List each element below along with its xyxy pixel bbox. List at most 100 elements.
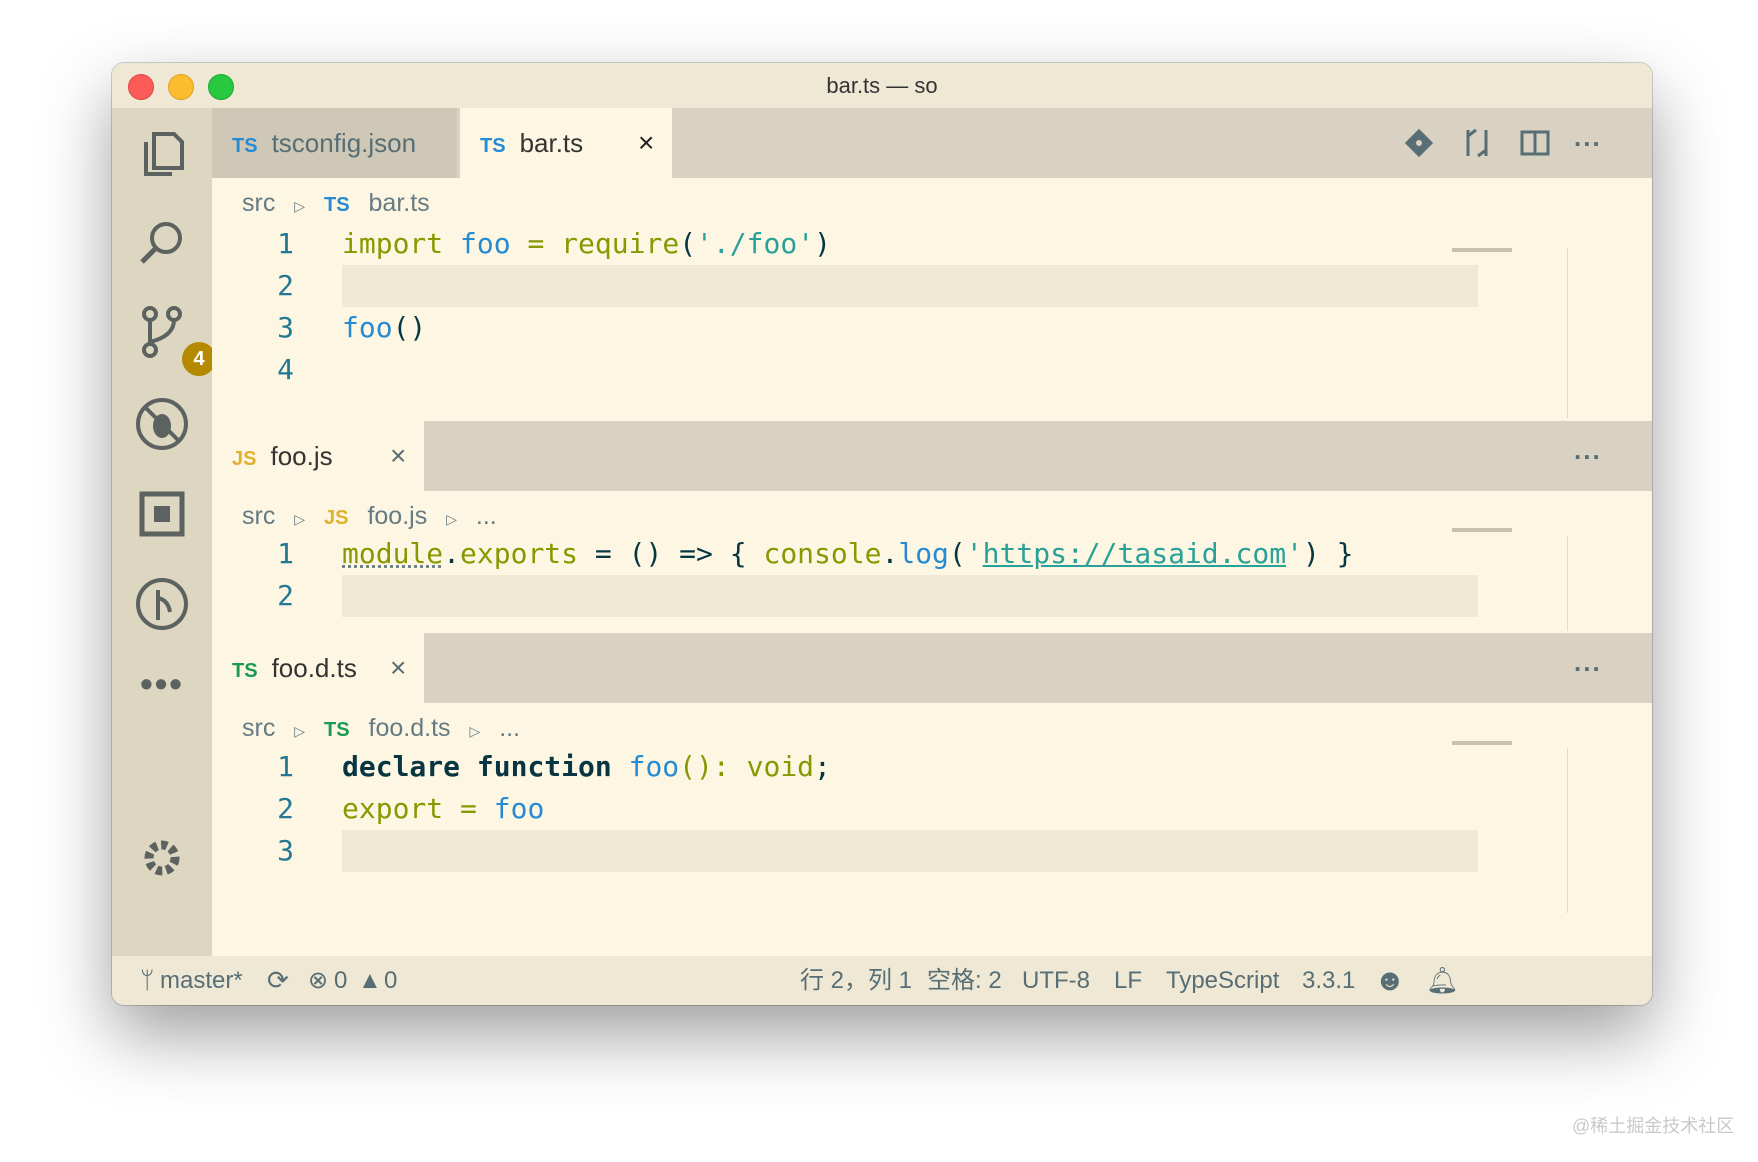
breadcrumb: src ▷ JS foo.js ▷ ... [212, 496, 1582, 536]
tab-foo-d-ts[interactable]: TS foo.d.ts × [212, 633, 424, 703]
code-view-bar-ts[interactable]: 1 import foo = require('./foo') 2 3 foo(… [212, 223, 1582, 391]
error-count[interactable]: 0 [334, 956, 347, 1005]
chevron-right-icon: ▷ [294, 198, 306, 214]
ts-file-icon: TS [232, 660, 258, 682]
code-line: 4 [212, 349, 1582, 391]
line-text: module.exports = () => { console.log('ht… [342, 537, 1354, 570]
cursor-position[interactable]: 行 2，列 1 [800, 956, 912, 1005]
ts-file-icon: TS [232, 135, 258, 157]
close-window-button[interactable] [128, 74, 154, 100]
sync-icon[interactable]: ⟳ [267, 956, 289, 1005]
more-actions-icon[interactable]: ... [1574, 435, 1602, 466]
chevron-right-icon: ▷ [294, 723, 306, 739]
branch-icon: ᛘ [140, 967, 155, 994]
breadcrumb-folder[interactable]: src [242, 502, 275, 530]
error-icon[interactable]: ⊗ [308, 956, 328, 1005]
indentation[interactable]: 空格: 2 [927, 956, 1002, 1005]
more-icon[interactable]: ••• [132, 664, 192, 724]
tab-label: tsconfig.json [271, 128, 417, 158]
code-line-current: 2 [212, 265, 1582, 307]
timeline-icon[interactable] [132, 574, 192, 634]
url-link: https://tasaid.com [982, 537, 1287, 570]
breadcrumb: src ▷ TS foo.d.ts ▷ ... [212, 708, 1582, 748]
ts-file-icon: TS [324, 719, 350, 741]
close-tab-icon[interactable]: × [390, 421, 406, 491]
more-actions-icon[interactable]: ... [1574, 122, 1602, 153]
breadcrumb-file[interactable]: foo.d.ts [369, 714, 451, 742]
breadcrumb-folder[interactable]: src [242, 189, 275, 217]
warning-icon[interactable]: ▲ [358, 956, 382, 1005]
close-tab-icon[interactable]: × [390, 633, 406, 703]
open-changes-icon[interactable] [1402, 126, 1436, 160]
minimap[interactable] [1452, 248, 1512, 252]
warning-count[interactable]: 0 [384, 956, 397, 1005]
line-text: export = foo [342, 792, 545, 825]
breadcrumb-file[interactable]: foo.js [367, 502, 427, 530]
code-view-foo-js[interactable]: 1 module.exports = () => { console.log('… [212, 533, 1582, 617]
current-line-highlight [342, 265, 1478, 307]
zoom-window-button[interactable] [208, 74, 234, 100]
tab-label: bar.ts [519, 128, 584, 158]
code-line: 2 export = foo [212, 788, 1582, 830]
feedback-smiley-icon[interactable]: ☻ [1374, 956, 1406, 1005]
tab-bar-ts[interactable]: TS bar.ts × [460, 108, 672, 178]
breadcrumb-tail[interactable]: ... [499, 714, 520, 742]
line-number: 1 [277, 750, 294, 783]
breadcrumb-tail[interactable]: ... [476, 502, 497, 530]
code-line: 1 declare function foo(): void; [212, 746, 1582, 788]
vertical-scrollbar[interactable] [1567, 536, 1568, 631]
line-number: 3 [277, 834, 294, 867]
typescript-version[interactable]: 3.3.1 [1302, 956, 1355, 1005]
split-editor-icon[interactable] [1518, 126, 1552, 160]
activity-bar: 4 ••• [112, 108, 216, 956]
more-actions-icon[interactable]: ... [1574, 647, 1602, 678]
code-line: 3 foo() [212, 307, 1582, 349]
line-number: 2 [277, 792, 294, 825]
source-control-icon[interactable]: 4 [132, 304, 216, 376]
minimize-window-button[interactable] [168, 74, 194, 100]
close-tab-icon[interactable]: × [638, 108, 654, 178]
tab-foo-js[interactable]: JS foo.js × [212, 421, 424, 491]
status-bar: ᛘ master* ⟳ ⊗ 0 ▲ 0 行 2，列 1 空格: 2 UTF-8 … [112, 956, 1652, 1005]
chevron-right-icon: ▷ [294, 511, 306, 527]
ts-file-icon: TS [480, 135, 506, 157]
explorer-icon[interactable] [132, 124, 192, 184]
line-text: declare function foo(): void; [342, 750, 831, 783]
source-control-badge: 4 [182, 342, 216, 376]
code-line: 1 import foo = require('./foo') [212, 223, 1582, 265]
code-line: 1 module.exports = () => { console.log('… [212, 533, 1582, 575]
breadcrumb-file[interactable]: bar.ts [369, 189, 430, 217]
editor-area: TS tsconfig.json TS bar.ts × ... src ▷ TS … [212, 108, 1652, 956]
minimap[interactable] [1452, 528, 1512, 532]
js-file-icon: JS [324, 507, 349, 529]
chevron-right-icon: ▷ [446, 511, 457, 527]
current-line-highlight [342, 575, 1478, 617]
code-view-foo-d-ts[interactable]: 1 declare function foo(): void; 2 export… [212, 746, 1582, 872]
vertical-scrollbar[interactable] [1567, 748, 1568, 913]
editor-group-1-tabbar: TS tsconfig.json TS bar.ts × ... [212, 108, 1652, 178]
line-text: import foo = require('./foo') [342, 227, 831, 260]
line-number: 3 [277, 311, 294, 344]
line-ending[interactable]: LF [1114, 956, 1142, 1005]
minimap[interactable] [1452, 741, 1512, 745]
compare-icon[interactable] [1460, 126, 1494, 160]
tab-tsconfig[interactable]: TS tsconfig.json [212, 108, 457, 178]
line-number: 2 [277, 579, 294, 612]
search-icon[interactable] [132, 214, 192, 274]
line-number: 1 [277, 537, 294, 570]
breadcrumb: src ▷ TS bar.ts [212, 183, 1582, 223]
vertical-scrollbar[interactable] [1567, 248, 1568, 418]
chevron-right-icon: ▷ [469, 723, 481, 739]
extensions-icon[interactable] [132, 484, 192, 544]
breadcrumb-folder[interactable]: src [242, 714, 275, 742]
language-mode[interactable]: TypeScript [1166, 956, 1279, 1005]
debug-icon[interactable] [132, 394, 192, 454]
encoding[interactable]: UTF-8 [1022, 956, 1090, 1005]
current-line-highlight [342, 830, 1478, 872]
branch-name[interactable]: master* [160, 956, 243, 1005]
line-text: foo() [342, 311, 427, 344]
line-number: 1 [277, 227, 294, 260]
bell-icon[interactable]: 🔔︎ [1426, 956, 1459, 1005]
settings-icon[interactable] [132, 828, 192, 888]
code-line-current: 3 [212, 830, 1582, 872]
